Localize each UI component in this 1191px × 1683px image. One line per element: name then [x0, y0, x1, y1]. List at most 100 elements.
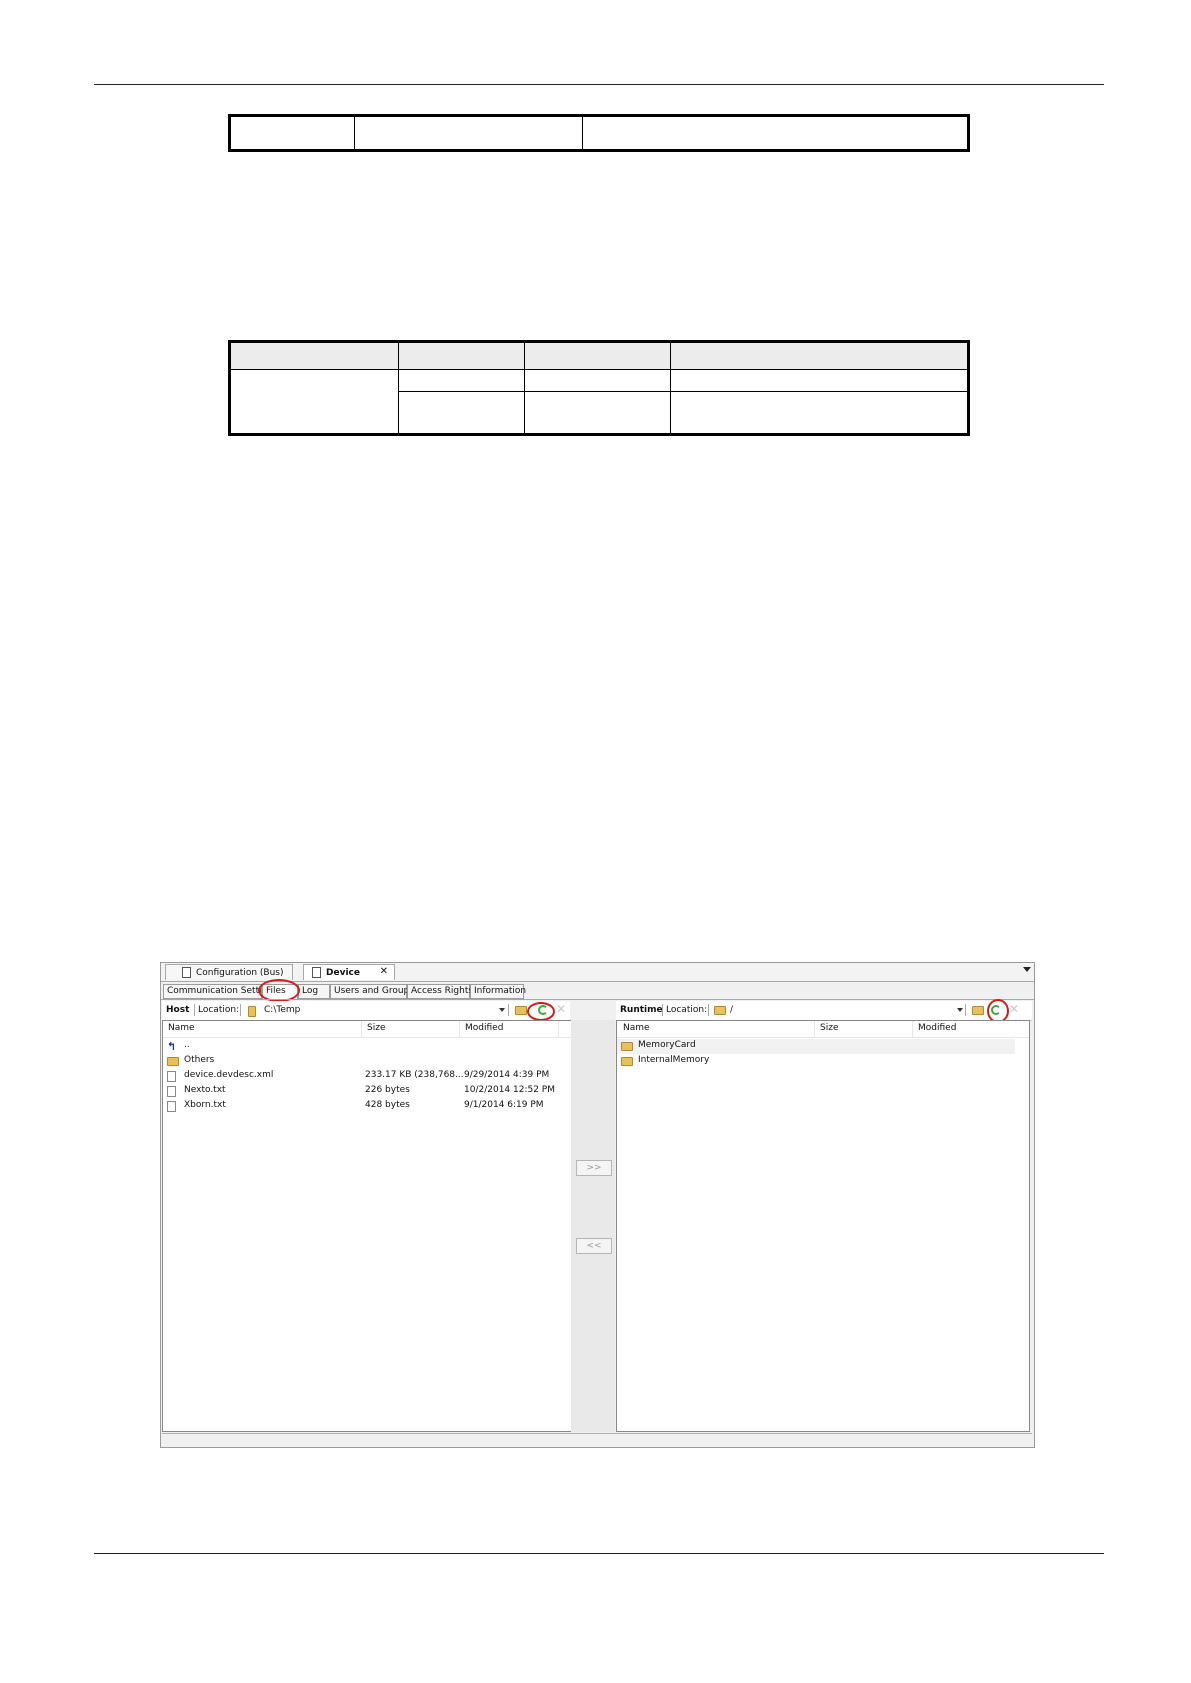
header-rule — [94, 84, 1104, 85]
column-header-size[interactable]: Size — [367, 1021, 385, 1037]
host-location-input[interactable]: C:\Temp — [264, 1005, 300, 1015]
tab-users-and-groups[interactable]: Users and Groups — [330, 984, 414, 999]
tab-label: Access Rights — [411, 986, 474, 996]
column-header-modified[interactable]: Modified — [465, 1021, 503, 1037]
table-2 — [228, 340, 970, 436]
table-2-header-cell — [229, 341, 399, 370]
table-2-header-cell — [524, 341, 671, 370]
file-modified: 9/29/2014 4:39 PM — [464, 1070, 550, 1080]
list-item[interactable]: device.devdesc.xml 233.17 KB (238,768...… — [163, 1069, 571, 1084]
table-1 — [228, 114, 970, 152]
table-2-cell — [670, 390, 969, 436]
file-name: MemoryCard — [638, 1040, 696, 1050]
table-2-cell — [524, 390, 671, 436]
toolbar-separator — [662, 1004, 663, 1016]
file-size: 226 bytes — [365, 1085, 410, 1095]
column-divider — [814, 1021, 815, 1037]
file-icon — [167, 1101, 176, 1112]
tab-access-rights[interactable]: Access Rights — [407, 984, 474, 999]
folder-icon — [167, 1057, 179, 1066]
table-1-cell — [582, 115, 969, 151]
list-item[interactable]: ↰ .. — [163, 1039, 571, 1054]
tab-label: Configuration (Bus) — [196, 967, 284, 978]
list-item[interactable]: Others — [163, 1054, 571, 1069]
file-name: .. — [184, 1040, 190, 1050]
file-modified: 9/1/2014 6:19 PM — [464, 1100, 544, 1110]
column-header-modified[interactable]: Modified — [918, 1021, 956, 1037]
file-name: Xborn.txt — [184, 1100, 226, 1110]
table-2-cell — [670, 369, 969, 392]
file-name: Others — [184, 1055, 215, 1065]
toolbar-separator — [965, 1004, 966, 1016]
column-divider — [912, 1021, 913, 1037]
tab-label: Device — [326, 967, 360, 978]
status-bar — [162, 1433, 1032, 1447]
footer-rule — [94, 1553, 1104, 1554]
file-icon — [167, 1086, 176, 1097]
toolbar-separator — [240, 1004, 241, 1016]
column-header-name[interactable]: Name — [623, 1021, 650, 1037]
tab-device[interactable]: Device ✕ — [303, 964, 395, 980]
delete-icon[interactable]: ✕ — [556, 1002, 566, 1016]
new-folder-icon[interactable] — [972, 1006, 984, 1015]
host-file-list[interactable]: Name Size Modified ↰ .. Others device.de… — [162, 1020, 572, 1432]
file-size: 428 bytes — [365, 1100, 410, 1110]
device-editor-window: Configuration (Bus) Device ✕ Communicati… — [160, 962, 1035, 1448]
folder-icon — [714, 1006, 726, 1015]
host-toolbar: Host Location: C:\Temp ✕ — [162, 1001, 570, 1021]
runtime-toolbar: Runtime Location: / ✕ — [616, 1001, 1032, 1021]
tab-label: Log — [302, 986, 319, 996]
table-1-cell — [354, 115, 583, 151]
list-item[interactable]: Xborn.txt 428 bytes 9/1/2014 6:19 PM — [163, 1099, 571, 1114]
chevron-down-icon[interactable] — [499, 1008, 505, 1012]
table-2-header-cell — [670, 341, 969, 370]
tab-label: Information — [474, 986, 527, 996]
toolbar-separator — [508, 1004, 509, 1016]
chevron-down-icon[interactable] — [957, 1008, 963, 1012]
tab-configuration-bus[interactable]: Configuration (Bus) — [165, 964, 293, 980]
runtime-location-label: Location: — [666, 1005, 708, 1015]
file-size: 233.17 KB (238,768... — [365, 1070, 464, 1080]
list-item[interactable]: MemoryCard — [617, 1039, 1015, 1054]
folder-icon — [621, 1057, 633, 1066]
folder-icon — [248, 1006, 256, 1017]
document-tab-bar: Configuration (Bus) Device ✕ — [161, 963, 1034, 982]
table-2-cell — [398, 369, 525, 392]
copy-to-host-button[interactable]: << — [576, 1238, 612, 1254]
sub-tabs-divider — [161, 999, 1034, 1000]
header-divider — [163, 1037, 571, 1038]
host-location-label: Location: — [198, 1005, 240, 1015]
file-modified: 10/2/2014 12:52 PM — [464, 1085, 555, 1095]
runtime-file-list[interactable]: Name Size Modified MemoryCard InternalMe… — [616, 1020, 1030, 1432]
file-name: InternalMemory — [638, 1055, 710, 1065]
file-icon — [167, 1071, 176, 1082]
delete-icon[interactable]: ✕ — [1009, 1002, 1019, 1016]
column-divider — [558, 1021, 559, 1037]
runtime-location-input[interactable]: / — [730, 1005, 733, 1015]
new-folder-icon[interactable] — [515, 1006, 527, 1015]
column-header-name[interactable]: Name — [168, 1021, 195, 1037]
transfer-panel: >> << — [571, 1020, 615, 1432]
device-icon — [312, 967, 321, 978]
up-folder-icon: ↰ — [167, 1040, 177, 1053]
runtime-title: Runtime — [620, 1005, 663, 1015]
close-icon[interactable]: ✕ — [380, 966, 388, 977]
table-2-header-cell — [398, 341, 525, 370]
host-title: Host — [166, 1005, 190, 1015]
tab-communication-settings[interactable]: Communication Settings — [163, 984, 278, 999]
file-name: device.devdesc.xml — [184, 1070, 274, 1080]
toolbar-separator — [194, 1004, 195, 1016]
copy-to-runtime-button[interactable]: >> — [576, 1160, 612, 1176]
list-item[interactable]: Nexto.txt 226 bytes 10/2/2014 12:52 PM — [163, 1084, 571, 1099]
table-2-cell — [229, 369, 399, 435]
header-divider — [617, 1037, 1029, 1038]
configuration-icon — [182, 967, 191, 978]
list-item[interactable]: InternalMemory — [617, 1054, 1015, 1069]
folder-icon — [621, 1042, 633, 1051]
file-name: Nexto.txt — [184, 1085, 226, 1095]
column-header-size[interactable]: Size — [820, 1021, 838, 1037]
tab-log[interactable]: Log — [298, 984, 330, 999]
tab-information[interactable]: Information — [470, 984, 527, 999]
chevron-down-icon[interactable] — [1023, 967, 1031, 972]
host-refresh-highlight-circle — [527, 1002, 555, 1021]
